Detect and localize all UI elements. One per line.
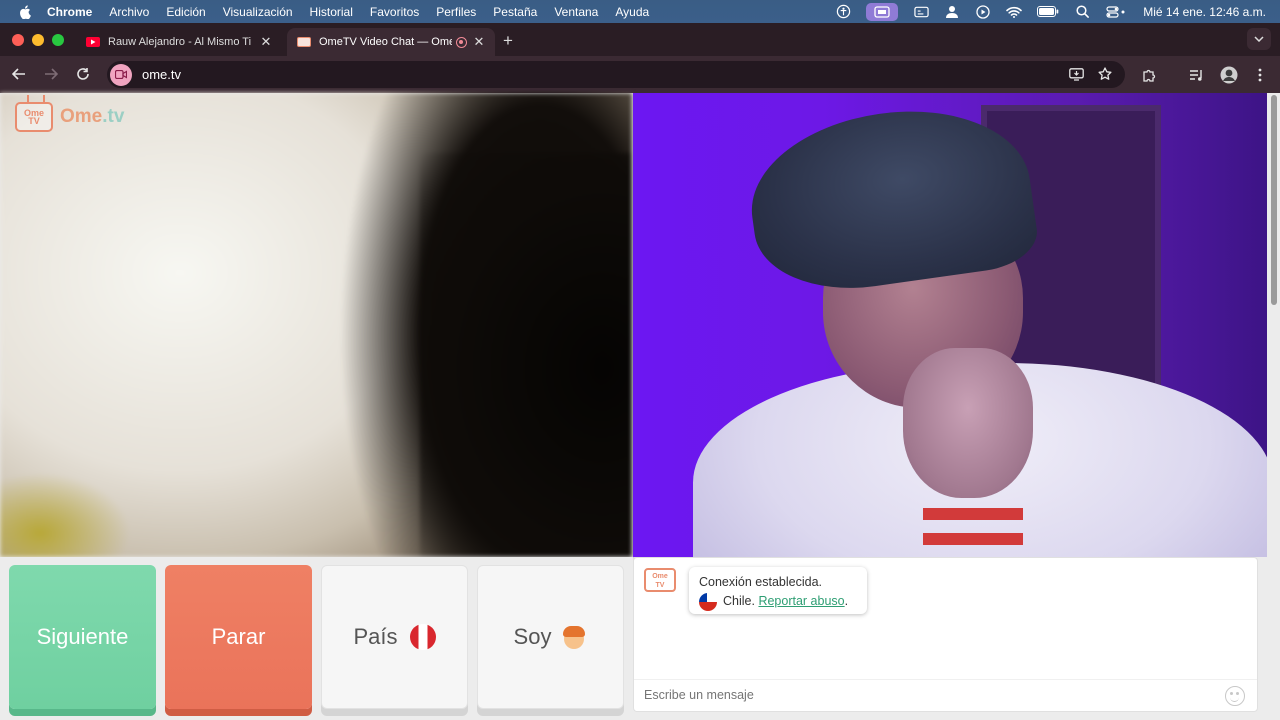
logo-brand: Ome.tv	[60, 106, 124, 128]
gender-button-label: Soy	[513, 624, 552, 649]
page-scrollbar[interactable]	[1268, 93, 1280, 720]
display-icon[interactable]	[913, 5, 929, 19]
menu-ventana[interactable]: Ventana	[554, 5, 598, 19]
report-period: .	[844, 594, 849, 608]
forward-button[interactable]	[43, 66, 59, 82]
ometv-icon	[297, 37, 311, 47]
recording-indicator-icon	[456, 36, 467, 48]
gender-select-button[interactable]: Soy	[477, 565, 624, 709]
youtube-icon	[86, 37, 100, 47]
screen-mirroring-icon[interactable]	[866, 2, 899, 21]
tab-title: Rauw Alejandro - Al Mismo Ti	[108, 36, 252, 48]
menubar-clock[interactable]: Mié 14 ene. 12:46 a.m.	[1143, 5, 1266, 19]
wifi-icon[interactable]	[1006, 5, 1023, 19]
ometv-tv-icon: Ome TV	[15, 102, 53, 132]
url-text: ome.tv	[142, 67, 182, 82]
person-hand	[903, 348, 1033, 498]
emoji-picker-icon[interactable]	[1225, 686, 1245, 706]
system-message: Conexión establecida. Chile. Reportar ab…	[689, 567, 867, 614]
next-button-label: Siguiente	[36, 624, 129, 649]
self-video	[633, 93, 1267, 557]
menu-favoritos[interactable]: Favoritos	[370, 5, 419, 19]
ometv-chat-avatar: Ome TV	[644, 568, 676, 592]
shirt-stripe	[923, 508, 1023, 520]
reload-button[interactable]	[75, 66, 91, 82]
stop-button[interactable]: Parar	[165, 565, 312, 709]
address-bar[interactable]: ome.tv	[107, 61, 1125, 88]
omnibox-actions	[1055, 66, 1113, 82]
close-window-button[interactable]	[12, 34, 24, 46]
boy-emoji-icon	[561, 624, 587, 650]
brand-main: Ome	[60, 106, 103, 127]
message-input[interactable]	[644, 688, 1204, 702]
shirt-stripe	[923, 533, 1023, 545]
tab-youtube[interactable]: Rauw Alejandro - Al Mismo Ti ✕	[76, 28, 282, 56]
scrollbar-thumb[interactable]	[1271, 95, 1277, 305]
chat-panel: Ome TV Conexión establecida. Chile. Repo…	[633, 557, 1258, 712]
menu-pestana[interactable]: Pestaña	[493, 5, 537, 19]
control-panel: Siguiente Parar País Soy	[0, 557, 633, 720]
connection-status: Conexión establecida.	[699, 575, 822, 589]
close-tab-icon[interactable]: ✕	[260, 34, 272, 50]
menu-visualizacion[interactable]: Visualización	[223, 5, 293, 19]
camera-permission-icon[interactable]	[110, 63, 132, 86]
country-filter-button[interactable]: País	[321, 565, 468, 709]
video-shadow-region	[420, 153, 632, 557]
partner-country-line: Chile. Reportar abuso.	[699, 592, 857, 611]
menu-perfiles[interactable]: Perfiles	[436, 5, 476, 19]
new-tab-button[interactable]: +	[503, 31, 513, 51]
tab-ometv[interactable]: OmeTV Video Chat — Ome ✕	[287, 28, 495, 56]
peru-flag-icon	[409, 624, 436, 650]
back-button[interactable]	[11, 66, 27, 82]
apple-menu-icon[interactable]	[17, 4, 33, 19]
tab-strip: Rauw Alejandro - Al Mismo Ti ✕ OmeTV Vid…	[0, 23, 1280, 56]
browser-toolbar: ome.tv	[0, 56, 1280, 93]
chat-avatar-bottom: TV	[655, 582, 665, 589]
close-tab-icon[interactable]: ✕	[473, 34, 485, 50]
zoom-window-button[interactable]	[52, 34, 64, 46]
chile-flag-icon	[699, 592, 717, 611]
tab-search-button[interactable]	[1247, 28, 1271, 50]
menu-edicion[interactable]: Edición	[166, 5, 205, 19]
menu-historial[interactable]: Historial	[310, 5, 353, 19]
tab-title: OmeTV Video Chat — Ome	[319, 36, 452, 48]
message-bar	[634, 679, 1257, 711]
ometv-logo[interactable]: Ome TV Ome.tv	[15, 102, 124, 132]
search-icon[interactable]	[1074, 5, 1090, 19]
play-icon[interactable]	[975, 4, 991, 19]
profile-avatar[interactable]	[1219, 65, 1239, 85]
country-button-label: País	[353, 624, 398, 649]
control-center-icon[interactable]	[1105, 5, 1127, 19]
media-control-icon[interactable]	[1187, 66, 1205, 84]
chat-avatar-top: Ome	[652, 573, 668, 580]
battery-icon[interactable]	[1037, 5, 1059, 19]
chrome-menu-icon[interactable]	[1251, 66, 1269, 84]
install-app-icon[interactable]	[1068, 66, 1084, 82]
ometv-page: Ome TV Ome.tv Siguiente Parar País Soy O…	[0, 93, 1280, 720]
window-controls	[12, 34, 72, 46]
menu-app-name[interactable]: Chrome	[47, 5, 92, 19]
macos-menu-bar: Chrome Archivo Edición Visualización His…	[0, 0, 1280, 23]
next-button[interactable]: Siguiente	[9, 565, 156, 709]
menu-ayuda[interactable]: Ayuda	[615, 5, 649, 19]
extensions-icon[interactable]	[1140, 66, 1158, 84]
report-abuse-link[interactable]: Reportar abuso	[758, 592, 844, 611]
minimize-window-button[interactable]	[32, 34, 44, 46]
partner-country: Chile.	[723, 594, 755, 608]
status-area: Mié 14 ene. 12:46 a.m.	[820, 0, 1266, 23]
user-icon[interactable]	[944, 5, 960, 19]
menu-archivo[interactable]: Archivo	[109, 5, 149, 19]
partner-video	[0, 93, 632, 557]
logo-badge-bottom: TV	[28, 116, 40, 126]
accessibility-icon[interactable]	[835, 4, 851, 19]
bookmark-star-icon[interactable]	[1097, 66, 1113, 82]
brand-tld: .tv	[102, 106, 125, 127]
stop-button-label: Parar	[211, 624, 266, 649]
